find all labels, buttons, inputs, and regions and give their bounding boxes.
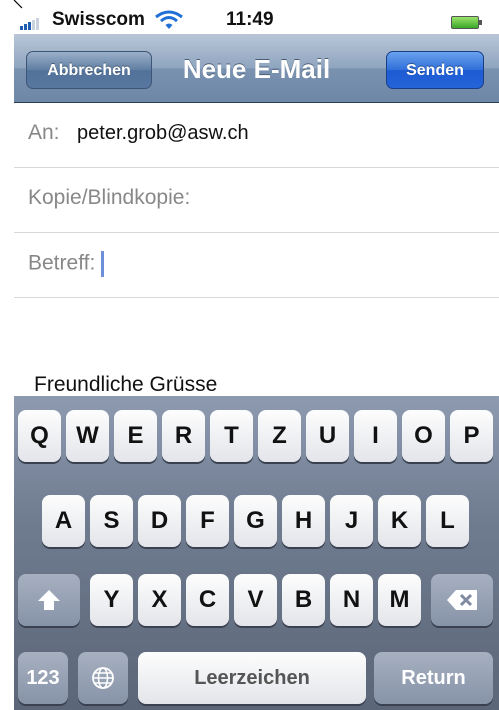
cc-bcc-label: Kopie/Blindkopie: (28, 186, 191, 209)
globe-key[interactable] (78, 652, 128, 704)
key-u[interactable]: U (306, 410, 349, 462)
text-cursor (101, 251, 105, 277)
status-time: 11:49 (226, 9, 274, 30)
key-l[interactable]: L (426, 495, 469, 547)
status-bar: Swisscom 11:49 (14, 0, 499, 34)
return-key[interactable]: Return (374, 652, 493, 704)
to-field[interactable]: An: peter.grob@asw.ch (14, 103, 499, 168)
key-z[interactable]: Z (258, 410, 301, 462)
to-field-row: An: peter.grob@asw.ch (28, 121, 249, 145)
subject-field[interactable]: Betreff: (14, 233, 499, 298)
numbers-key[interactable]: 123 (18, 652, 68, 704)
key-j[interactable]: J (330, 495, 373, 547)
key-d[interactable]: D (138, 495, 181, 547)
key-x[interactable]: X (138, 574, 181, 626)
key-c[interactable]: C (186, 574, 229, 626)
key-r[interactable]: R (162, 410, 205, 462)
key-w[interactable]: W (66, 410, 109, 462)
globe-icon (92, 667, 114, 689)
key-k[interactable]: K (378, 495, 421, 547)
cc-bcc-field[interactable]: Kopie/Blindkopie: (14, 168, 499, 233)
onscreen-keyboard: Q W E R T Z U I O P A S D F G H J K L Y … (14, 396, 499, 710)
key-e[interactable]: E (114, 410, 157, 462)
key-i[interactable]: I (354, 410, 397, 462)
key-h[interactable]: H (282, 495, 325, 547)
send-button[interactable]: Senden (386, 51, 484, 89)
key-y[interactable]: Y (90, 574, 133, 626)
key-q[interactable]: Q (18, 410, 61, 462)
key-p[interactable]: P (450, 410, 493, 462)
message-body[interactable]: Freundliche Grüsse (34, 373, 217, 397)
key-v[interactable]: V (234, 574, 277, 626)
key-a[interactable]: A (42, 495, 85, 547)
subject-label: Betreff: (28, 251, 96, 275)
key-s[interactable]: S (90, 495, 133, 547)
navigation-bar: Abbrechen Neue E-Mail Senden (14, 34, 499, 103)
backspace-icon (447, 590, 477, 610)
wifi-icon (154, 10, 184, 36)
signal-strength-icon (20, 18, 39, 30)
key-t[interactable]: T (210, 410, 253, 462)
key-g[interactable]: G (234, 495, 277, 547)
carrier-name: Swisscom (52, 9, 145, 30)
to-label: An: (28, 121, 60, 144)
backspace-key[interactable] (431, 574, 493, 626)
key-o[interactable]: O (402, 410, 445, 462)
mail-compose-screen: Swisscom 11:49 Abbrechen Neue E-Mail Sen… (14, 0, 499, 710)
key-n[interactable]: N (330, 574, 373, 626)
shift-arrow-icon (38, 590, 60, 610)
space-key[interactable]: Leerzeichen (138, 652, 366, 704)
key-m[interactable]: M (378, 574, 421, 626)
battery-icon (451, 16, 482, 29)
key-f[interactable]: F (186, 495, 229, 547)
to-recipient[interactable]: peter.grob@asw.ch (77, 122, 249, 144)
shift-key[interactable] (18, 574, 80, 626)
subject-field-row: Betreff: (28, 251, 105, 277)
key-b[interactable]: B (282, 574, 325, 626)
